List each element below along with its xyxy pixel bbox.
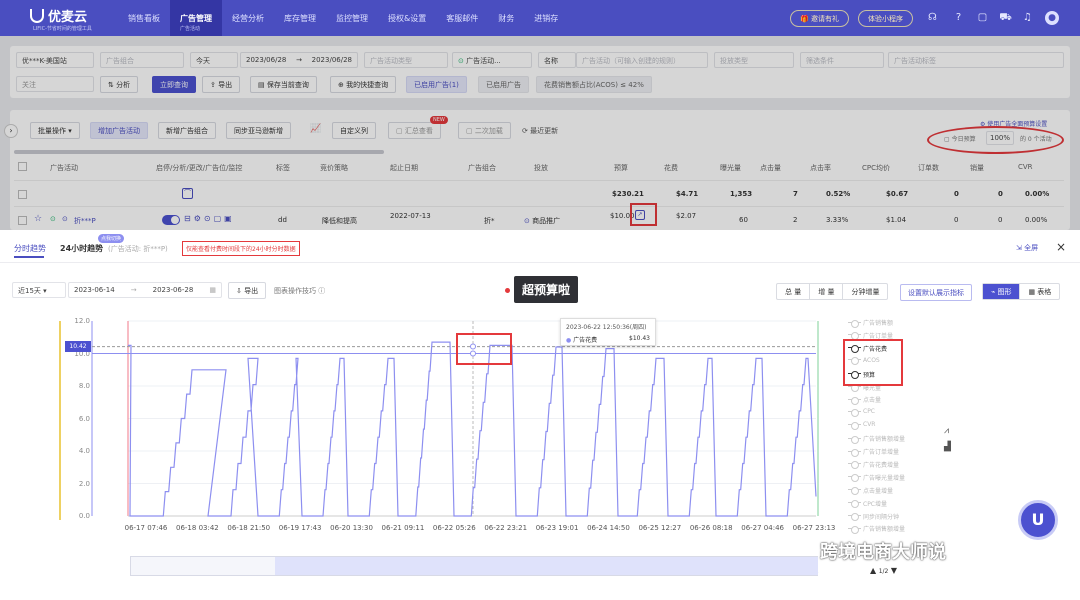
x-tick-label: 06-26 08:18 (689, 524, 733, 532)
legend-item[interactable]: 广告曝光量增量 (848, 473, 905, 483)
legend-marker-icon (848, 474, 861, 483)
legend-marker-icon (848, 396, 861, 405)
legend-marker-icon (848, 500, 861, 509)
legend-item[interactable]: 点击量增量 (848, 486, 893, 496)
watermark: 跨境电商大师说 (820, 542, 946, 563)
legend-item[interactable]: 广告销售额增量 (848, 434, 905, 444)
x-tick-label: 06-27 04:46 (741, 524, 784, 532)
legend-item[interactable]: 广告销售额增量 (848, 524, 905, 534)
x-tick-label: 06-27 23:13 (792, 524, 836, 532)
x-tick-label: 06-25 12:27 (638, 524, 682, 532)
tooltip-time: 2023-06-22 12:50:36(周四) (566, 324, 647, 331)
legend-marker-icon (848, 525, 861, 534)
x-tick-label: 06-24 14:50 (587, 524, 630, 532)
legend-marker-icon (848, 408, 861, 417)
x-tick-label: 06-17 07:46 (124, 524, 168, 532)
legend-marker-icon (848, 448, 861, 457)
legend-marker-icon (848, 435, 861, 444)
legend-item[interactable]: 广告订单增量 (848, 447, 899, 457)
x-tick-label: 06-20 13:30 (330, 524, 373, 532)
legend-marker-icon (848, 421, 861, 430)
legend-marker-icon (848, 513, 861, 521)
legend-item[interactable]: CPC增量 (848, 499, 887, 509)
range-slider-selection[interactable] (275, 557, 818, 575)
x-tick-label: 06-22 23:21 (484, 524, 528, 532)
x-tick-label: 06-21 09:11 (381, 524, 425, 532)
assistant-float-icon[interactable]: U (1018, 500, 1058, 540)
tooltip-row: ● 广告花费 $10.43 (566, 335, 650, 344)
x-tick-label: 06-18 03:42 (176, 524, 219, 532)
x-tick-label: 06-19 17:43 (278, 524, 322, 532)
legend-marker-icon (848, 461, 861, 470)
highlight-box (843, 339, 903, 386)
legend-item[interactable]: 广告花费增量 (848, 460, 899, 470)
chart-tooltip: 2023-06-22 12:50:36(周四) ● 广告花费 $10.43 (560, 318, 656, 346)
line-chart-icon[interactable]: ⩘ (944, 426, 949, 436)
series-dot-icon: ● (566, 337, 572, 344)
bar-chart-icon[interactable]: ▟ (944, 442, 951, 452)
highlight-box (456, 333, 512, 365)
legend-marker-icon (848, 487, 861, 496)
x-tick-label: 06-22 05:26 (432, 524, 476, 532)
legend-item[interactable]: 广告销售额 (848, 318, 893, 328)
spend-trend-chart[interactable] (0, 0, 1080, 600)
legend-item[interactable]: 点击量 (848, 395, 881, 405)
legend-marker-icon (848, 332, 861, 341)
legend-item[interactable]: 同步间隔分钟 (848, 512, 899, 521)
spend-series-line (128, 341, 817, 517)
legend-item[interactable]: CVR (848, 421, 875, 430)
legend-item[interactable]: CPC (848, 408, 875, 417)
legend-marker-icon (848, 319, 861, 328)
x-tick-label: 06-18 21:50 (227, 524, 271, 532)
x-tick-label: 06-23 19:01 (535, 524, 579, 532)
pager[interactable]: ▲ 1/2 ▼ (870, 566, 897, 575)
